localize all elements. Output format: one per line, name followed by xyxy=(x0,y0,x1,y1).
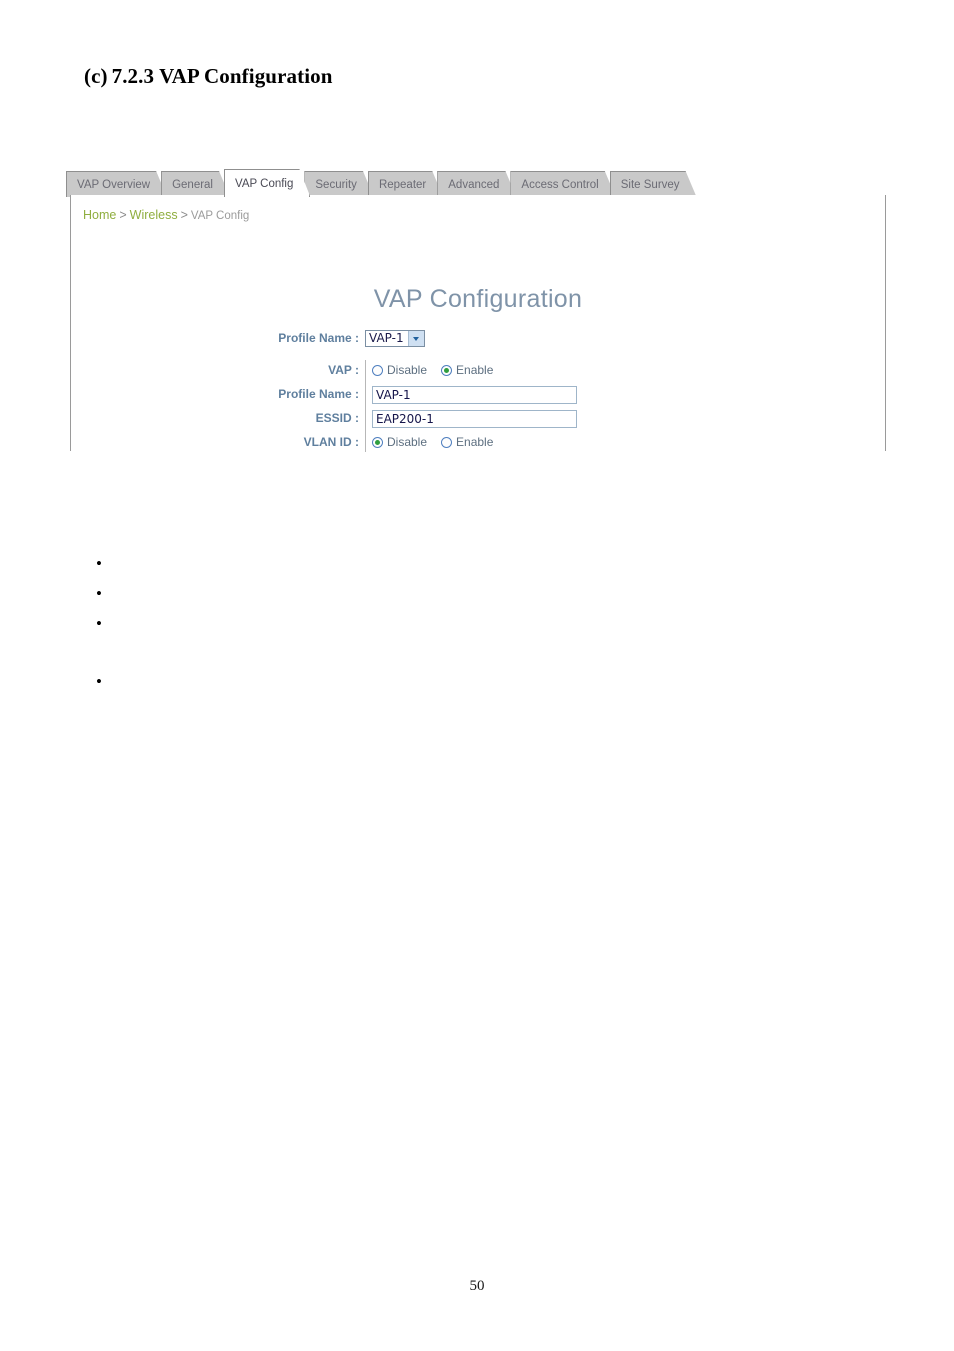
list-item xyxy=(84,584,844,616)
vap-radio-disable-label: Disable xyxy=(387,363,428,377)
breadcrumb-separator-2: > xyxy=(180,208,188,222)
vap-config-form: Profile Name : VAP-1 VAP : Disable Enabl… xyxy=(71,328,887,452)
profile-select-label: Profile Name : xyxy=(278,331,359,345)
chevron-down-icon xyxy=(407,331,424,347)
tab-security[interactable]: Security xyxy=(304,171,374,197)
radio-selected-icon[interactable] xyxy=(372,436,383,448)
tab-repeater[interactable]: Repeater xyxy=(368,171,443,197)
vap-radio-enable-label: Enable xyxy=(456,363,494,377)
radio-icon[interactable] xyxy=(372,364,383,376)
list-item xyxy=(84,554,844,586)
row-vap: VAP : Disable Enable xyxy=(71,360,887,384)
row-vlan-id: VLAN ID : Disable Enable VL xyxy=(71,432,887,452)
profile-name-select-value: VAP-1 xyxy=(369,331,404,346)
page-number: 50 xyxy=(469,1278,485,1294)
vlan-id-control: Disable Enable VLAN ID : *( 1 - 4094 ) xyxy=(372,432,887,452)
row-profile-select: Profile Name : VAP-1 xyxy=(71,328,887,352)
profile-name-select[interactable]: VAP-1 xyxy=(365,330,425,348)
panel-title: VAP Configuration xyxy=(373,285,583,313)
breadcrumb-home[interactable]: Home xyxy=(83,208,116,222)
vap-config-panel: Home > Wireless > VAP Config VAP Configurati… xyxy=(70,195,887,452)
breadcrumb-wireless[interactable]: Wireless xyxy=(130,208,178,222)
heading-number: 7.2.3 xyxy=(111,64,155,88)
essid-control xyxy=(372,408,887,428)
device-ui-screenshot: VAP Overview General VAP Config Security… xyxy=(66,166,888,452)
radio-icon[interactable] xyxy=(441,436,453,448)
tab-vap-overview[interactable]: VAP Overview xyxy=(66,171,167,197)
vlan-id-radio-group: Disable Enable xyxy=(372,432,501,452)
row-essid: ESSID : xyxy=(71,408,887,432)
form-divider xyxy=(365,408,366,432)
breadcrumb-separator: > xyxy=(119,208,127,222)
tab-access-control[interactable]: Access Control xyxy=(510,171,615,197)
tab-bar: VAP Overview General VAP Config Security… xyxy=(66,169,691,197)
tab-general[interactable]: General xyxy=(161,171,230,197)
tab-vap-config[interactable]: VAP Config xyxy=(224,169,310,197)
form-divider xyxy=(365,432,366,452)
form-divider xyxy=(365,384,366,408)
profile-name-input[interactable] xyxy=(372,385,577,404)
vap-control: Disable Enable xyxy=(372,360,887,382)
vap-label: VAP : xyxy=(328,363,359,377)
breadcrumb: Home > Wireless > VAP Config xyxy=(83,208,249,222)
profile-name-control xyxy=(372,384,887,404)
vlan-id-label: VLAN ID : xyxy=(303,435,359,449)
radio-selected-icon[interactable] xyxy=(441,364,453,376)
list-item xyxy=(84,672,844,704)
vlan-id-radio-disable[interactable]: Disable xyxy=(372,432,427,452)
vlan-id-radio-disable-label: Disable xyxy=(387,435,428,449)
tab-site-survey[interactable]: Site Survey xyxy=(610,171,697,197)
vlan-id-radio-enable[interactable]: Enable xyxy=(441,432,493,452)
profile-select-control: VAP-1 xyxy=(365,328,887,348)
row-profile-name: Profile Name : xyxy=(71,384,887,408)
vlan-id-radio-enable-label: Enable xyxy=(456,435,494,449)
page-title: (c) 7.2.3 VAP Configuration xyxy=(84,64,333,89)
tab-advanced[interactable]: Advanced xyxy=(437,171,516,197)
heading-marker: (c) xyxy=(84,64,108,88)
heading-text: VAP Configuration xyxy=(159,64,333,88)
vap-radio-group: Disable Enable xyxy=(372,360,501,380)
vap-radio-enable[interactable]: Enable xyxy=(441,360,493,380)
form-divider xyxy=(365,360,366,384)
essid-label: ESSID : xyxy=(315,411,359,425)
vap-radio-disable[interactable]: Disable xyxy=(372,360,427,380)
bullet-list xyxy=(84,554,844,704)
profile-name-label: Profile Name : xyxy=(278,387,359,401)
essid-input[interactable] xyxy=(372,409,577,428)
breadcrumb-current: VAP Config xyxy=(190,210,250,222)
list-item xyxy=(84,614,844,674)
